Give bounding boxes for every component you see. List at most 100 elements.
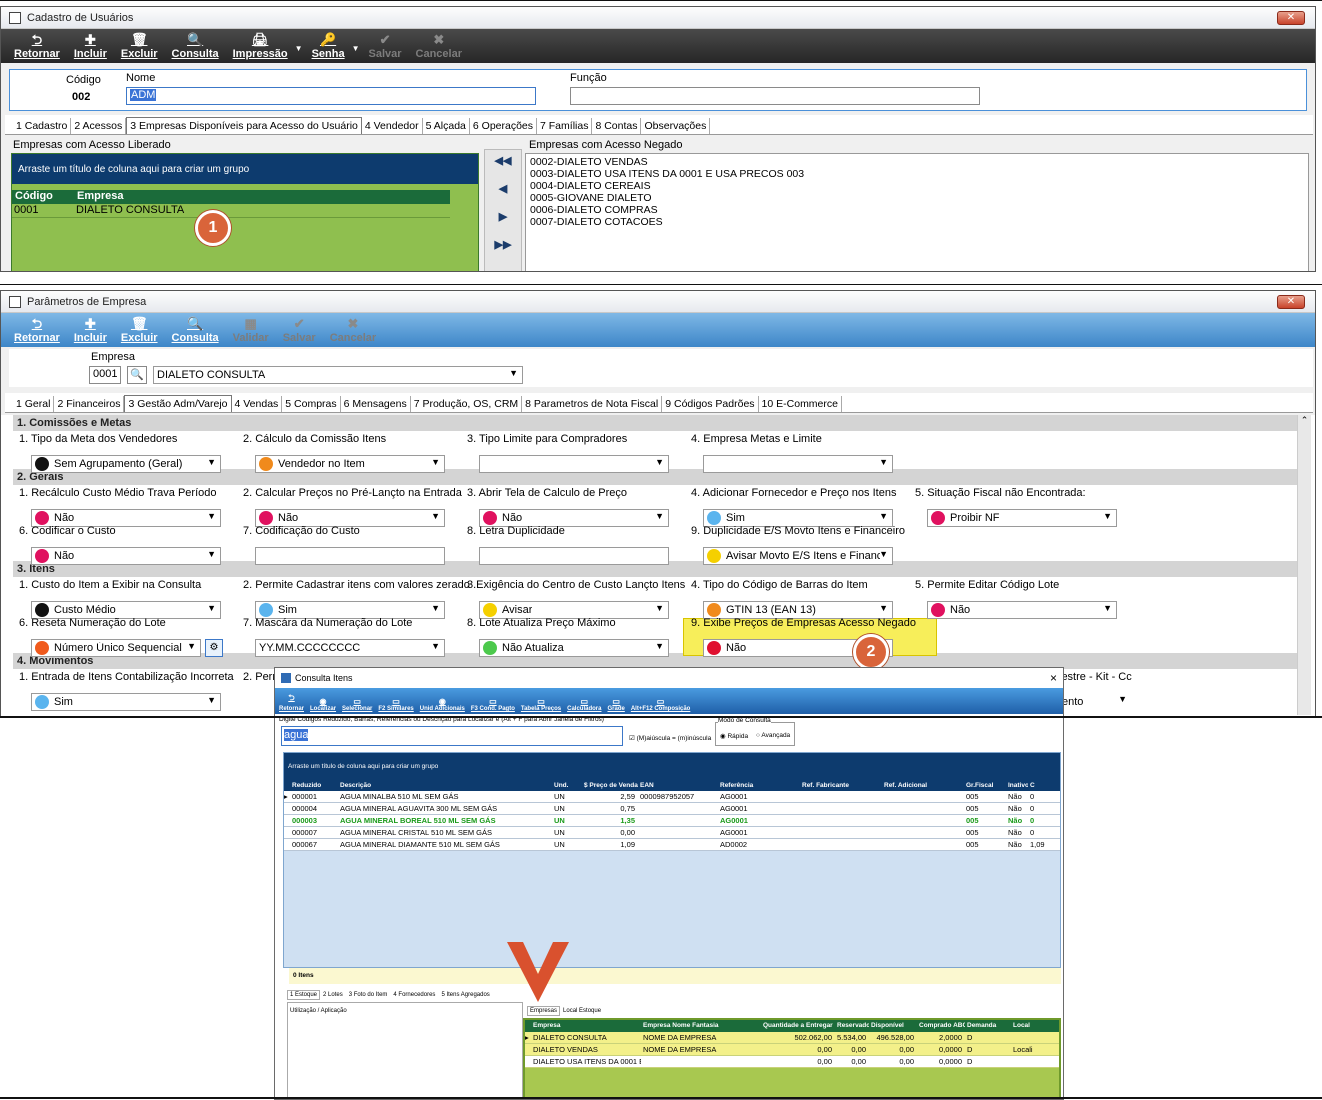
col-ref-fabricante[interactable]: Ref. Fabricante xyxy=(800,781,882,791)
incluir-button[interactable]: ✚ Incluir xyxy=(67,29,114,63)
salvar-button[interactable]: ✔ Salvar xyxy=(362,29,409,63)
negado-list[interactable]: 0002-DIALETO VENDAS 0003-DIALETO USA ITEN… xyxy=(525,153,1309,271)
cancelar-button[interactable]: ✖ Cancelar xyxy=(409,29,469,63)
tab-4-vendedor[interactable]: 4 Vendedor xyxy=(362,118,423,134)
tab-3-foto-do-item[interactable]: 3 Foto do Item xyxy=(346,990,391,1000)
empresa-select[interactable]: DIALETO CONSULTA ▼ xyxy=(153,366,523,384)
tab-6-operacoes[interactable]: 6 Operações xyxy=(470,118,538,134)
tab-4-fornecedores[interactable]: 4 Fornecedores xyxy=(390,990,438,1000)
tab-1-estoque[interactable]: 1 Estoque xyxy=(287,990,321,1000)
radio-avancada[interactable]: ○ Avançada xyxy=(756,732,790,739)
list-item[interactable]: 0007-DIALETO COTACOES xyxy=(530,216,1304,228)
retornar-button[interactable]: ⮌ Retornar xyxy=(7,29,67,63)
tab-10-e-commerce[interactable]: 10 E-Commerce xyxy=(759,396,842,412)
salvar-button[interactable]: ✔ Salvar xyxy=(276,313,323,347)
scroll-up-icon[interactable]: ⌃ xyxy=(1298,415,1311,426)
radio-rapida[interactable]: ◉ Rápida xyxy=(720,732,748,740)
col-disponivel[interactable]: Disponível xyxy=(869,1020,917,1032)
col-inativo[interactable]: Inativo xyxy=(1006,781,1028,791)
tab-3-empresas-disponiveis-para-acesso-do-usuario[interactable]: 3 Empresas Disponíveis para Acesso do Us… xyxy=(126,117,362,134)
move-right-button[interactable]: ▶ xyxy=(499,210,507,223)
table-row[interactable]: ▸ 000001 AGUA MINALBA 510 ML SEM GÁS UN 2,59… xyxy=(284,791,1060,803)
close-button[interactable]: ✕ xyxy=(1277,295,1305,309)
tab-2-financeiros[interactable]: 2 Financeiros xyxy=(54,396,125,412)
tab-7-producao-os-crm[interactable]: 7 Produção, OS, CRM xyxy=(411,396,523,412)
f2-similares-button[interactable]: ▭ F2 Similares xyxy=(378,697,413,714)
retornar-button[interactable]: ⮌ Retornar xyxy=(279,692,304,714)
col-ean[interactable]: EAN xyxy=(638,781,718,791)
tab-8-contas[interactable]: 8 Contas xyxy=(592,118,642,134)
tab-7-familias[interactable]: 7 Famílias xyxy=(537,118,593,134)
empresa-code-input[interactable]: 0001 xyxy=(89,366,121,384)
f3-cond-pagto-button[interactable]: ▭ F3 Cond. Pagto xyxy=(471,697,515,714)
list-item[interactable]: 0003-DIALETO USA ITENS DA 0001 E USA PRE… xyxy=(530,168,1304,180)
select-f1_4[interactable]: ▼ xyxy=(703,455,893,473)
retornar-button[interactable]: ⮌ Retornar xyxy=(7,313,67,347)
list-item[interactable]: 0005-GIOVANE DIALETO xyxy=(530,192,1304,204)
move-all-left-button[interactable]: ◀◀ xyxy=(495,154,512,167)
col-empresa[interactable]: Empresa xyxy=(74,190,123,204)
select-f2_6[interactable]: Não ▼ xyxy=(31,547,221,565)
selecionar-button[interactable]: ▭ Selecionar xyxy=(342,697,372,714)
table-row[interactable]: 000067 AGUA MINERAL DIAMANTE 510 ML SEM G… xyxy=(284,839,1060,851)
excluir-button[interactable]: 🗑 Excluir xyxy=(114,313,165,347)
unid-adicionais-button[interactable]: ◉ Unid Adicionais xyxy=(420,697,465,714)
tab-1-geral[interactable]: 1 Geral xyxy=(13,396,55,412)
col-comprado-abc[interactable]: Comprado ABC xyxy=(917,1020,965,1032)
list-item[interactable]: 0006-DIALETO COMPRAS xyxy=(530,204,1304,216)
table-row[interactable]: 000004 AGUA MINERAL AGUAVITA 300 ML SEM G… xyxy=(284,803,1060,815)
select-f1_3[interactable]: ▼ xyxy=(479,455,669,473)
tab-6-mensagens[interactable]: 6 Mensagens xyxy=(341,396,411,412)
col-und[interactable]: Und. xyxy=(552,781,582,791)
table-row[interactable]: 000007 AGUA MINERAL CRISTAL 510 ML SEM GÁ… xyxy=(284,827,1060,839)
move-left-button[interactable]: ◀ xyxy=(499,182,507,195)
consulta-button[interactable]: 🔍 Consulta xyxy=(165,29,226,63)
excluir-button[interactable]: 🗑 Excluir xyxy=(114,29,165,63)
dropdown-arrow-icon[interactable]: ▼ xyxy=(352,44,362,63)
table-row[interactable]: ▸ DIALETO CONSULTA NOME DA EMPRESA 502.062,… xyxy=(525,1032,1059,1044)
list-item[interactable]: 0004-DIALETO CEREAIS xyxy=(530,180,1304,192)
tab-local-estoque[interactable]: Local Estoque xyxy=(560,1006,604,1016)
select-f4_1[interactable]: Sim ▼ xyxy=(31,693,221,711)
col-quantidade-a-entregar[interactable]: Quantidade a Entregar xyxy=(761,1020,835,1032)
tab-1-cadastro[interactable]: 1 Cadastro xyxy=(13,118,72,134)
col-c[interactable]: C xyxy=(1028,781,1054,791)
incluir-button[interactable]: ✚ Incluir xyxy=(67,313,114,347)
tab-5-itens-agregados[interactable]: 5 Itens Agregados xyxy=(438,990,492,1000)
list-item[interactable]: 0002-DIALETO VENDAS xyxy=(530,156,1304,168)
select-f2_7[interactable] xyxy=(255,547,445,565)
senha-button[interactable]: 🔑 Senha xyxy=(305,29,352,63)
select-f3_7[interactable]: YY.MM.CCCCCCCC ▼ xyxy=(255,639,445,657)
select-f3_5[interactable]: Não ▼ xyxy=(927,601,1117,619)
tab-8-parametros-de-nota-fiscal[interactable]: 8 Parametros de Nota Fiscal xyxy=(522,396,663,412)
tab-observacoes[interactable]: Observações xyxy=(641,118,711,134)
move-all-right-button[interactable]: ▶▶ xyxy=(495,238,512,251)
tab-3-gestao-adm-varejo[interactable]: 3 Gestão Adm/Varejo xyxy=(124,395,232,412)
select-f4_5[interactable]: ento ▼ xyxy=(1059,693,1131,711)
col-gr-fiscal[interactable]: Gr.Fiscal xyxy=(964,781,1006,791)
grade-button[interactable]: ▭ Grade xyxy=(607,697,624,714)
select-f3_6[interactable]: Número Único Sequencial ▼ xyxy=(31,639,201,657)
select-f2_9[interactable]: Avisar Movto E/S Itens e Financ ▼ xyxy=(703,547,893,565)
calculadora-button[interactable]: ▭ Calculadora xyxy=(567,697,601,714)
search-icon[interactable]: 🔍 xyxy=(127,366,147,384)
case-checkbox[interactable]: ☑ (M)aiúscula = (m)inúscula xyxy=(629,734,711,742)
tabela-precos-button[interactable]: ▭ Tabela Preços xyxy=(521,697,561,714)
nome-input[interactable]: ADM xyxy=(126,87,536,105)
tab-2-acessos[interactable]: 2 Acessos xyxy=(71,118,127,134)
search-input[interactable]: agua xyxy=(281,726,623,746)
close-button[interactable]: ✕ xyxy=(1277,11,1305,25)
select-f2_8[interactable] xyxy=(479,547,669,565)
col-reduzido[interactable]: Reduzido xyxy=(290,781,338,791)
table-row[interactable]: DIALETO USA ITENS DA 0001 E USA P 0,00 0,0… xyxy=(525,1056,1059,1068)
tab-5-compras[interactable]: 5 Compras xyxy=(282,396,341,412)
col-demanda[interactable]: Demanda xyxy=(965,1020,1011,1032)
select-f1_2[interactable]: Vendedor no Item ▼ xyxy=(255,455,445,473)
table-row[interactable]: DIALETO VENDAS NOME DA EMPRESA 0,00 0,00 0,0… xyxy=(525,1044,1059,1056)
localizar-button[interactable]: ◉ Localizar xyxy=(310,697,336,714)
tab-empresas[interactable]: Empresas xyxy=(527,1006,561,1016)
impressao-button[interactable]: 🖨 Impressão xyxy=(226,29,295,63)
col-reservado[interactable]: Reservado xyxy=(835,1020,869,1032)
tab-5-alcada[interactable]: 5 Alçada xyxy=(423,118,470,134)
col-local[interactable]: Local xyxy=(1011,1020,1051,1032)
